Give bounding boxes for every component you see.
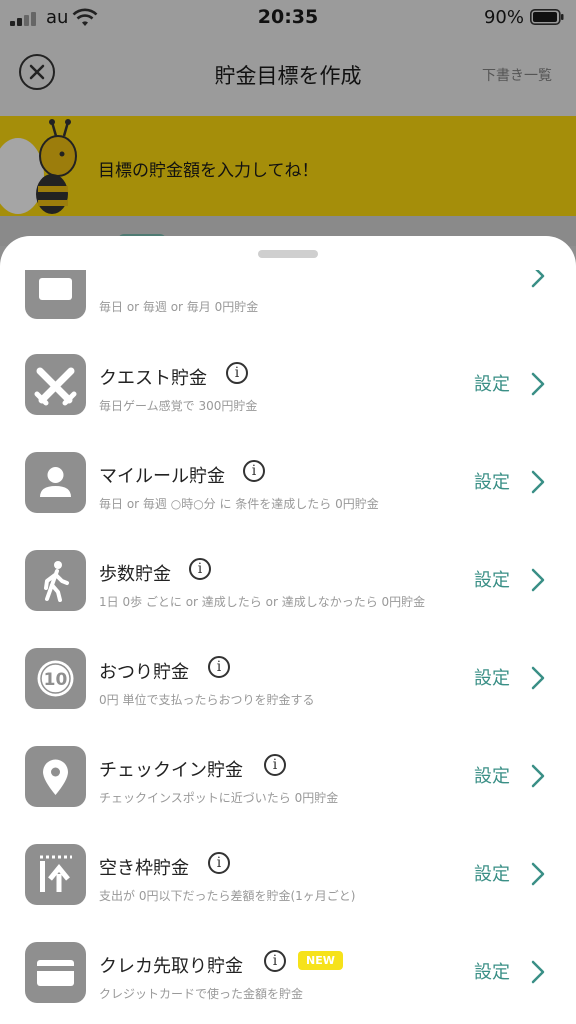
chevron-right-icon xyxy=(531,470,545,494)
coin-label: 10 xyxy=(44,670,68,690)
set-button[interactable]: 設定 xyxy=(474,860,510,886)
item-title: おつり貯金 xyxy=(99,662,189,683)
set-button[interactable]: 設定 xyxy=(474,958,510,984)
info-icon[interactable]: i xyxy=(226,362,248,384)
set-button[interactable]: 設定 xyxy=(474,664,510,690)
set-button[interactable]: 設定 xyxy=(474,762,510,788)
new-badge: NEW xyxy=(298,951,343,970)
draft-list-link[interactable]: 下書き一覧 xyxy=(482,65,552,85)
location-pin-icon xyxy=(25,746,86,807)
list-item[interactable]: 毎日 or 毎週 or 毎月 0円貯金 xyxy=(0,270,576,322)
chevron-right-icon xyxy=(531,372,545,396)
list-item-quest[interactable]: クエスト貯金 i 毎日ゲーム感覚で 300円貯金 設定 xyxy=(0,354,576,452)
person-icon xyxy=(25,452,86,513)
battery-icon xyxy=(530,9,564,25)
bee-mascot-icon xyxy=(0,119,77,214)
info-icon[interactable]: i xyxy=(208,852,230,874)
item-title: チェックイン貯金 xyxy=(99,760,243,781)
nav-bar: 貯金目標を作成 下書き一覧 xyxy=(0,34,576,116)
item-description: 1日 0歩 ごとに or 達成したら or 達成しなかったら 0円貯金 xyxy=(99,595,426,609)
calendar-icon xyxy=(25,270,86,319)
item-description: 0円 単位で支払ったらおつりを貯金する xyxy=(99,693,315,707)
instruction-banner: 目標の貯金額を入力してね！ xyxy=(0,116,576,216)
item-description: クレジットカードで使った金額を貯金 xyxy=(99,987,304,1001)
item-description: 支出が 0円以下だったら差額を貯金(1ヶ月ごと) xyxy=(99,889,356,903)
list-item-free-slot[interactable]: 空き枠貯金 i 支出が 0円以下だったら差額を貯金(1ヶ月ごと) 設定 xyxy=(0,844,576,942)
list-item-credit-card[interactable]: クレカ先取り貯金 i NEW クレジットカードで使った金額を貯金 設定 xyxy=(0,942,576,1024)
credit-card-icon xyxy=(25,942,86,1003)
item-description: 毎日ゲーム感覚で 300円貯金 xyxy=(99,399,258,413)
set-button[interactable]: 設定 xyxy=(474,566,510,592)
list-item-my-rule[interactable]: マイルール貯金 i 毎日 or 毎週 ○時○分 に 条件を達成したら 0円貯金 … xyxy=(0,452,576,550)
list-item-steps[interactable]: 歩数貯金 i 1日 0歩 ごとに or 達成したら or 達成しなかったら 0円… xyxy=(0,550,576,648)
item-title: マイルール貯金 xyxy=(99,466,225,487)
list-item-check-in[interactable]: チェックイン貯金 i チェックインスポットに近づいたら 0円貯金 設定 xyxy=(0,746,576,844)
item-description: 毎日 or 毎週 or 毎月 0円貯金 xyxy=(99,300,259,314)
info-icon[interactable]: i xyxy=(243,460,265,482)
info-icon[interactable]: i xyxy=(264,950,286,972)
swords-icon xyxy=(25,354,86,415)
item-title: 歩数貯金 xyxy=(99,564,171,585)
set-button[interactable]: 設定 xyxy=(474,468,510,494)
sheet-drag-handle[interactable] xyxy=(258,250,318,258)
chevron-right-icon xyxy=(531,568,545,592)
upload-arrow-icon xyxy=(25,844,86,905)
battery-percentage: 90% xyxy=(483,7,524,28)
status-bar: au 20:35 90% xyxy=(0,0,576,34)
item-title: クレカ先取り貯金 xyxy=(99,956,243,977)
item-description: チェックインスポットに近づいたら 0円貯金 xyxy=(99,791,339,805)
chevron-right-icon xyxy=(531,764,545,788)
chevron-right-icon xyxy=(531,666,545,690)
walking-icon xyxy=(25,550,86,611)
info-icon[interactable]: i xyxy=(208,656,230,678)
bottom-sheet: 毎日 or 毎週 or 毎月 0円貯金 クエスト貯金 i 毎日ゲーム感覚で 30… xyxy=(0,236,576,1024)
banner-text: 目標の貯金額を入力してね！ xyxy=(98,161,319,181)
item-title: 空き枠貯金 xyxy=(99,858,189,879)
coin-10-icon: 10 xyxy=(25,648,86,709)
chevron-right-icon xyxy=(531,960,545,984)
info-icon[interactable]: i xyxy=(264,754,286,776)
chevron-right-icon xyxy=(531,270,545,288)
item-description: 毎日 or 毎週 ○時○分 に 条件を達成したら 0円貯金 xyxy=(99,497,379,511)
item-title: クエスト貯金 xyxy=(99,368,207,389)
set-button[interactable]: 設定 xyxy=(474,370,510,396)
chevron-right-icon xyxy=(531,862,545,886)
info-icon[interactable]: i xyxy=(189,558,211,580)
list-item-change[interactable]: 10 おつり貯金 i 0円 単位で支払ったらおつりを貯金する 設定 xyxy=(0,648,576,746)
